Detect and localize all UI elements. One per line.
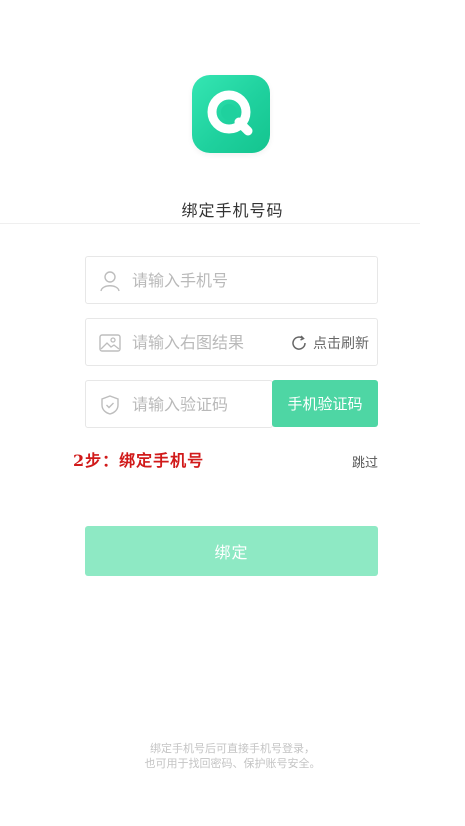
image-icon bbox=[98, 331, 122, 355]
skip-link[interactable]: 跳过 bbox=[352, 452, 378, 471]
footer-line-2: 也可用于找回密码、保护账号安全。 bbox=[144, 757, 321, 770]
footer-line-1: 绑定手机号后可直接手机号登录， bbox=[150, 742, 315, 755]
page-title: 绑定手机号码 bbox=[181, 201, 284, 220]
refresh-icon bbox=[292, 335, 306, 350]
user-icon bbox=[98, 269, 122, 293]
bind-button[interactable]: 绑定 bbox=[85, 526, 378, 576]
phone-input[interactable] bbox=[132, 257, 302, 303]
captcha-input[interactable] bbox=[132, 319, 302, 365]
app-logo-q-icon bbox=[207, 90, 253, 136]
shield-icon bbox=[98, 393, 122, 417]
footer-note: 绑定手机号后可直接手机号登录， 也可用于找回密码、保护账号安全。 bbox=[0, 741, 465, 771]
code-field[interactable] bbox=[85, 380, 273, 428]
phone-field[interactable] bbox=[85, 256, 378, 304]
app-logo bbox=[192, 75, 270, 153]
send-code-button[interactable]: 手机验证码 bbox=[272, 380, 378, 427]
refresh-captcha-button[interactable]: 点击刷新 bbox=[289, 331, 369, 355]
refresh-label: 点击刷新 bbox=[313, 336, 369, 352]
title-divider bbox=[0, 223, 420, 224]
step-label: 2步：绑定手机号 bbox=[73, 451, 205, 470]
captcha-field[interactable]: 点击刷新 bbox=[85, 318, 378, 366]
code-input[interactable] bbox=[132, 381, 262, 427]
